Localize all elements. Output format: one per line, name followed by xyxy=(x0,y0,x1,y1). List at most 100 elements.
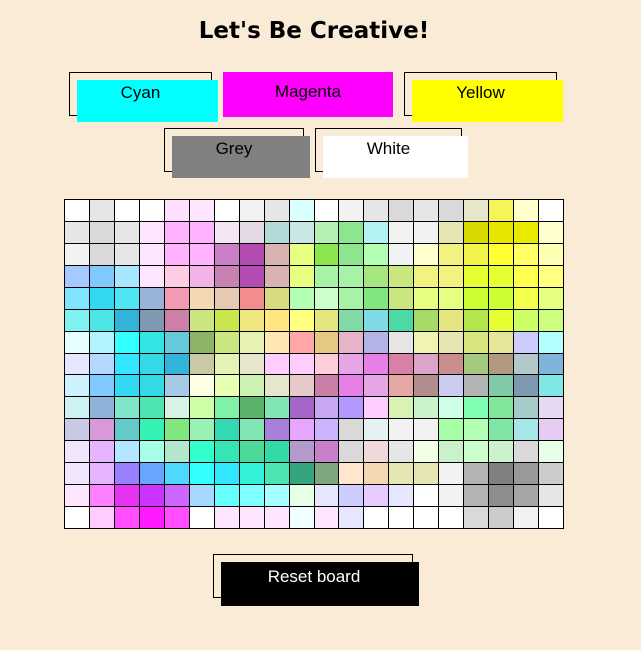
board-cell[interactable] xyxy=(239,331,265,354)
board-cell[interactable] xyxy=(314,419,340,442)
board-cell[interactable] xyxy=(289,200,315,222)
board-cell[interactable] xyxy=(514,485,540,508)
board-cell[interactable] xyxy=(264,463,290,486)
board-cell[interactable] xyxy=(489,485,515,508)
board-cell[interactable] xyxy=(139,309,165,332)
board-cell[interactable] xyxy=(65,441,90,464)
board-cell[interactable] xyxy=(65,507,90,529)
board-cell[interactable] xyxy=(314,309,340,332)
board-cell[interactable] xyxy=(364,265,390,288)
board-cell[interactable] xyxy=(514,441,540,464)
board-cell[interactable] xyxy=(114,485,140,508)
board-cell[interactable] xyxy=(239,507,265,529)
board-cell[interactable] xyxy=(339,419,365,442)
board-cell[interactable] xyxy=(89,441,115,464)
board-cell[interactable] xyxy=(439,485,465,508)
board-cell[interactable] xyxy=(464,309,490,332)
board-cell[interactable] xyxy=(139,507,165,529)
board-cell[interactable] xyxy=(114,221,140,244)
board-cell[interactable] xyxy=(289,265,315,288)
board-cell[interactable] xyxy=(439,397,465,420)
board-cell[interactable] xyxy=(189,375,215,398)
board-cell[interactable] xyxy=(139,463,165,486)
board-cell[interactable] xyxy=(539,397,564,420)
board-cell[interactable] xyxy=(389,287,415,310)
board-cell[interactable] xyxy=(164,353,190,376)
board-cell[interactable] xyxy=(439,441,465,464)
board-cell[interactable] xyxy=(414,397,440,420)
board-cell[interactable] xyxy=(464,507,490,529)
board-cell[interactable] xyxy=(164,463,190,486)
board-cell[interactable] xyxy=(364,375,390,398)
board-cell[interactable] xyxy=(314,287,340,310)
board-cell[interactable] xyxy=(114,265,140,288)
board-cell[interactable] xyxy=(189,485,215,508)
board-cell[interactable] xyxy=(489,265,515,288)
board-cell[interactable] xyxy=(464,287,490,310)
board-cell[interactable] xyxy=(264,331,290,354)
board-cell[interactable] xyxy=(389,331,415,354)
board-cell[interactable] xyxy=(489,463,515,486)
board-cell[interactable] xyxy=(414,419,440,442)
board-cell[interactable] xyxy=(514,353,540,376)
board-cell[interactable] xyxy=(314,243,340,266)
board-cell[interactable] xyxy=(364,200,390,222)
board-cell[interactable] xyxy=(514,200,540,222)
board-cell[interactable] xyxy=(414,375,440,398)
board-cell[interactable] xyxy=(239,397,265,420)
board-cell[interactable] xyxy=(339,287,365,310)
board-cell[interactable] xyxy=(339,463,365,486)
board-cell[interactable] xyxy=(339,200,365,222)
board-cell[interactable] xyxy=(464,375,490,398)
board-cell[interactable] xyxy=(314,397,340,420)
board-cell[interactable] xyxy=(214,200,240,222)
board-cell[interactable] xyxy=(439,287,465,310)
board-cell[interactable] xyxy=(439,353,465,376)
board-cell[interactable] xyxy=(189,200,215,222)
board-cell[interactable] xyxy=(339,309,365,332)
board-cell[interactable] xyxy=(114,419,140,442)
board-cell[interactable] xyxy=(65,463,90,486)
board-cell[interactable] xyxy=(364,419,390,442)
board-cell[interactable] xyxy=(314,331,340,354)
board-cell[interactable] xyxy=(89,419,115,442)
board-cell[interactable] xyxy=(489,331,515,354)
board-cell[interactable] xyxy=(164,200,190,222)
board-cell[interactable] xyxy=(364,331,390,354)
board-cell[interactable] xyxy=(439,507,465,529)
board-cell[interactable] xyxy=(139,485,165,508)
board-cell[interactable] xyxy=(65,200,90,222)
board-cell[interactable] xyxy=(464,331,490,354)
board-cell[interactable] xyxy=(514,309,540,332)
board-cell[interactable] xyxy=(164,331,190,354)
board-cell[interactable] xyxy=(214,221,240,244)
board-cell[interactable] xyxy=(389,309,415,332)
board-cell[interactable] xyxy=(139,397,165,420)
board-cell[interactable] xyxy=(289,441,315,464)
board-cell[interactable] xyxy=(314,221,340,244)
board-cell[interactable] xyxy=(189,463,215,486)
board-cell[interactable] xyxy=(414,463,440,486)
magenta-button[interactable]: Magenta xyxy=(223,72,393,117)
board-cell[interactable] xyxy=(414,243,440,266)
board-cell[interactable] xyxy=(139,331,165,354)
board-cell[interactable] xyxy=(489,353,515,376)
board-cell[interactable] xyxy=(389,419,415,442)
board-cell[interactable] xyxy=(65,287,90,310)
board-cell[interactable] xyxy=(89,485,115,508)
board-cell[interactable] xyxy=(164,265,190,288)
board-cell[interactable] xyxy=(264,243,290,266)
board-cell[interactable] xyxy=(289,243,315,266)
board-cell[interactable] xyxy=(389,485,415,508)
yellow-button[interactable]: Yellow xyxy=(404,72,563,122)
board-cell[interactable] xyxy=(264,419,290,442)
board-cell[interactable] xyxy=(114,375,140,398)
board-cell[interactable] xyxy=(89,353,115,376)
board-cell[interactable] xyxy=(414,265,440,288)
board-cell[interactable] xyxy=(289,221,315,244)
board-cell[interactable] xyxy=(214,463,240,486)
board-cell[interactable] xyxy=(164,397,190,420)
board-cell[interactable] xyxy=(264,309,290,332)
board-cell[interactable] xyxy=(514,287,540,310)
board-cell[interactable] xyxy=(364,507,390,529)
